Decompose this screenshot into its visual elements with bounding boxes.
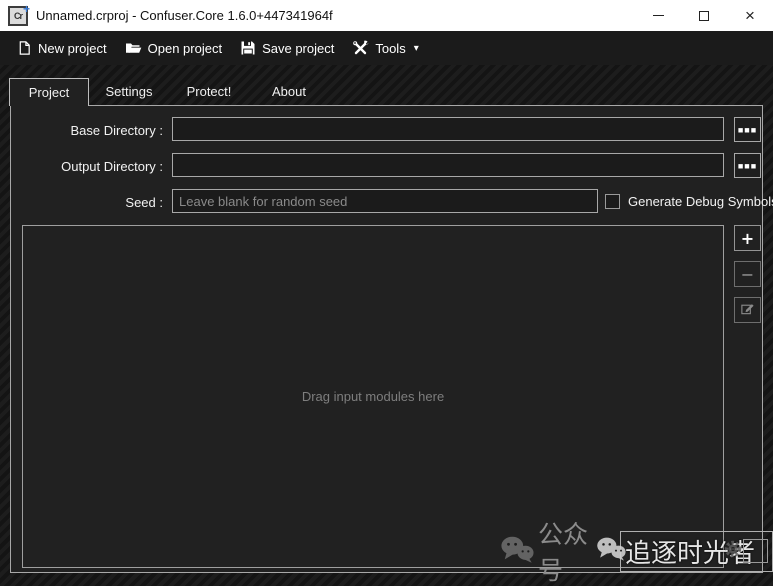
window-title: Unnamed.crproj - Confuser.Core 1.6.0+447… (36, 8, 333, 23)
edit-module-button[interactable] (734, 297, 761, 323)
tools-label: Tools (375, 41, 405, 56)
main-area: Project Settings Protect! About Base Dir… (0, 65, 773, 586)
app-icon: Cr + (8, 6, 28, 26)
base-directory-browse-button[interactable]: ■■■ (734, 117, 761, 142)
open-project-button[interactable]: Open project (116, 35, 231, 61)
tools-icon (352, 40, 369, 56)
base-directory-label: Base Directory : (11, 118, 163, 142)
app-icon-text: Cr (14, 11, 22, 21)
tab-protect[interactable]: Protect! (169, 78, 249, 105)
app-icon-plus: + (23, 2, 30, 16)
output-directory-input[interactable] (172, 153, 724, 177)
base-directory-input[interactable] (172, 117, 724, 141)
tab-settings[interactable]: Settings (89, 78, 169, 105)
minus-icon: − (741, 265, 754, 284)
seed-label: Seed : (11, 190, 163, 214)
close-icon: × (745, 7, 755, 24)
chevron-down-icon: ▾ (414, 43, 419, 54)
save-project-label: Save project (262, 41, 334, 56)
output-directory-browse-button[interactable]: ■■■ (734, 153, 761, 178)
add-module-button[interactable]: + (734, 225, 761, 251)
titlebar: Cr + Unnamed.crproj - Confuser.Core 1.6.… (0, 0, 773, 31)
toolbar: New project Open project Save project To… (0, 31, 773, 65)
pencil-icon (740, 301, 755, 320)
ellipsis-icon: ■■■ (738, 125, 757, 135)
open-folder-icon (125, 40, 142, 56)
minimize-icon (653, 15, 664, 16)
generate-debug-symbols-checkbox[interactable] (605, 194, 620, 209)
output-directory-label: Output Directory : (11, 154, 163, 178)
maximize-button[interactable] (681, 0, 727, 31)
generate-debug-symbols-label: Generate Debug Symbols (628, 189, 773, 213)
ellipsis-icon: ■■■ (738, 161, 757, 171)
close-button[interactable]: × (727, 0, 773, 31)
maximize-icon (699, 11, 709, 21)
drop-hint-text: Drag input modules here (302, 389, 444, 404)
open-project-label: Open project (148, 41, 222, 56)
minimize-button[interactable] (635, 0, 681, 31)
tools-button[interactable]: Tools ▾ (343, 35, 427, 61)
new-project-button[interactable]: New project (8, 35, 116, 61)
save-floppy-icon (240, 40, 256, 56)
save-project-button[interactable]: Save project (231, 35, 343, 61)
plus-icon: + (741, 229, 754, 248)
new-document-icon (17, 40, 32, 56)
tab-about[interactable]: About (249, 78, 329, 105)
remove-module-button[interactable]: − (734, 261, 761, 287)
window-controls: × (635, 0, 773, 31)
new-project-label: New project (38, 41, 107, 56)
tab-project[interactable]: Project (9, 78, 89, 106)
seed-input[interactable] (172, 189, 598, 213)
module-drop-area[interactable]: Drag input modules here (22, 225, 724, 568)
project-tab-panel: Base Directory : ■■■ Output Directory : … (10, 105, 763, 573)
